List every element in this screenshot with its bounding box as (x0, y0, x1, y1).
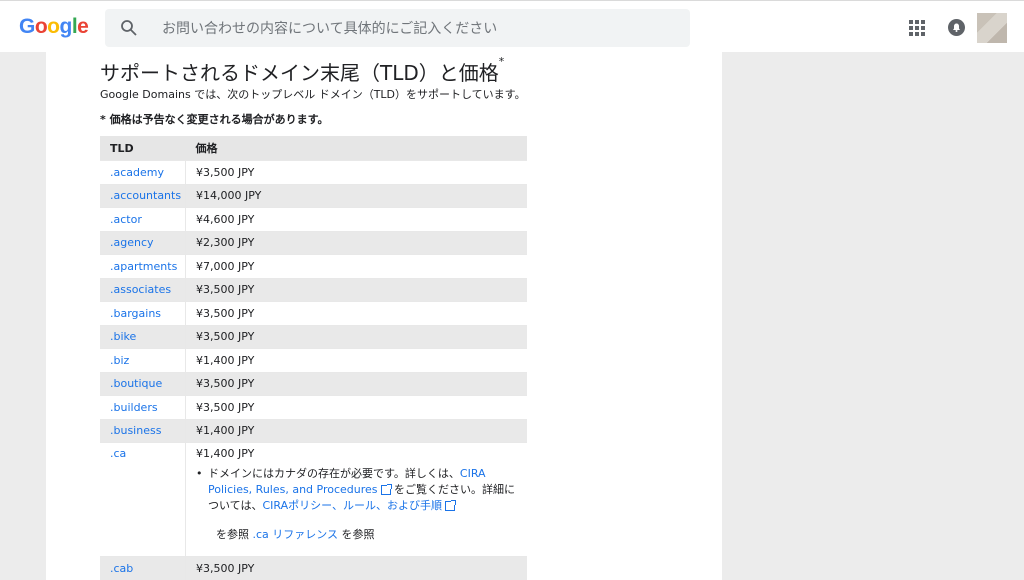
main-content: サポートされるドメイン末尾（TLD）と価格* Google Domains では… (46, 52, 722, 580)
table-row: .associates ¥3,500 JPY (100, 278, 527, 302)
ca-ref-prefix: を参照 (216, 528, 253, 541)
tld-link[interactable]: .actor (110, 213, 142, 226)
price-note: * 価格は予告なく変更される場合があります。 (100, 113, 329, 126)
table-row: .builders ¥3,500 JPY (100, 395, 527, 420)
tld-cell: .associates (100, 278, 186, 302)
tld-link[interactable]: .bike (110, 330, 136, 343)
tld-link[interactable]: .builders (110, 401, 158, 414)
notifications-icon[interactable] (948, 19, 965, 36)
price-cell-ca: ¥1,400 JPY • ドメインにはカナダの存在が必要です。詳しくは、CIRA… (185, 442, 527, 557)
price-cell: ¥7,000 JPY (185, 254, 527, 279)
tld-cell: .academy (100, 160, 186, 185)
table-row: .cab ¥3,500 JPY (100, 556, 527, 580)
tld-cell: .cab (100, 556, 186, 580)
search-icon[interactable] (120, 19, 138, 37)
cira-policies-ja-link[interactable]: CIRAポリシー、ルール、および手順 (262, 499, 442, 512)
external-link-icon (445, 500, 456, 511)
ca-text-1: ドメインにはカナダの存在が必要です。詳しくは、 (208, 467, 460, 480)
table-row: .accountants ¥14,000 JPY (100, 184, 527, 208)
tld-cell: .actor (100, 207, 186, 232)
title-asterisk: * (498, 55, 505, 68)
top-bar: Google (0, 0, 1024, 52)
ca-price: ¥1,400 JPY (196, 447, 255, 460)
external-link-icon (380, 484, 392, 495)
tld-cell: .business (100, 419, 186, 443)
table-row: .boutique ¥3,500 JPY (100, 372, 527, 396)
page-title: サポートされるドメイン末尾（TLD）と価格* (100, 55, 505, 86)
table-row: .agency ¥2,300 JPY (100, 231, 527, 255)
table-row: .biz ¥1,400 JPY (100, 348, 527, 373)
table-row: .business ¥1,400 JPY (100, 419, 527, 443)
tld-price-table: TLD 価格 .academy ¥3,500 JPY .accountants ¥1… (100, 136, 527, 580)
tld-cell: .biz (100, 348, 186, 373)
tld-link[interactable]: .biz (110, 354, 129, 367)
price-cell: ¥1,400 JPY (185, 348, 527, 373)
price-cell: ¥3,500 JPY (185, 301, 527, 326)
tld-cell: .apartments (100, 254, 186, 279)
price-cell: ¥3,500 JPY (185, 278, 527, 302)
column-header-tld: TLD (100, 136, 186, 161)
table-header-row: TLD 価格 (100, 136, 527, 161)
logo-letter: G (19, 15, 35, 38)
price-cell: ¥3,500 JPY (185, 556, 527, 580)
bullet-dot: • (196, 467, 203, 480)
ca-reference-link[interactable]: .ca リファレンス (253, 528, 339, 541)
avatar[interactable] (977, 13, 1007, 43)
tld-cell: .boutique (100, 372, 186, 396)
table-row-ca: .ca ¥1,400 JPY • ドメインにはカナダの存在が必要です。詳しくは、… (100, 442, 527, 557)
tld-link[interactable]: .agency (110, 236, 154, 249)
tld-link[interactable]: .business (110, 424, 161, 437)
table-row: .academy ¥3,500 JPY (100, 160, 527, 185)
table-row: .apartments ¥7,000 JPY (100, 254, 527, 279)
table-row: .actor ¥4,600 JPY (100, 207, 527, 232)
tld-link[interactable]: .boutique (110, 377, 162, 390)
logo-letter: o (34, 15, 48, 38)
tld-link[interactable]: .ca (110, 447, 126, 460)
tld-link[interactable]: .cab (110, 562, 133, 575)
ca-ref-suffix: を参照 (338, 528, 375, 541)
tld-cell: .agency (100, 231, 186, 255)
table-row: .bargains ¥3,500 JPY (100, 301, 527, 326)
price-cell: ¥3,500 JPY (185, 395, 527, 420)
logo-letter: e (77, 15, 89, 38)
column-header-price: 価格 (185, 136, 527, 161)
table-row: .bike ¥3,500 JPY (100, 325, 527, 349)
tld-cell: .builders (100, 395, 186, 420)
ca-requirement-bullet: • ドメインにはカナダの存在が必要です。詳しくは、CIRA Policies, … (196, 466, 517, 514)
price-cell: ¥3,500 JPY (185, 325, 527, 349)
search-input[interactable] (160, 17, 664, 41)
apps-icon[interactable] (909, 20, 925, 36)
intro-text: Google Domains では、次のトップレベル ドメイン（TLD）をサポー… (100, 88, 526, 101)
google-logo[interactable]: Google (19, 15, 89, 39)
tld-cell: .accountants (100, 184, 186, 208)
tld-link[interactable]: .associates (110, 283, 171, 296)
price-cell: ¥14,000 JPY (185, 184, 527, 208)
tld-cell: .ca (100, 442, 186, 557)
tld-cell: .bargains (100, 301, 186, 326)
tld-link[interactable]: .bargains (110, 307, 161, 320)
tld-link[interactable]: .apartments (110, 260, 177, 273)
logo-letter: g (59, 15, 73, 38)
search-bar[interactable] (105, 9, 690, 47)
ca-requirement-text: ドメインにはカナダの存在が必要です。詳しくは、CIRA Policies, Ru… (208, 466, 517, 514)
price-cell: ¥4,600 JPY (185, 207, 527, 232)
logo-letter: o (47, 15, 60, 38)
price-cell: ¥3,500 JPY (185, 160, 527, 185)
page-title-text: サポートされるドメイン末尾（TLD）と価格 (100, 61, 499, 85)
price-cell: ¥3,500 JPY (185, 372, 527, 396)
price-cell: ¥2,300 JPY (185, 231, 527, 255)
ca-reference-line: を参照 .ca リファレンス を参照 (196, 526, 517, 542)
tld-link[interactable]: .accountants (110, 189, 181, 202)
tld-link[interactable]: .academy (110, 166, 164, 179)
tld-cell: .bike (100, 325, 186, 349)
price-cell: ¥1,400 JPY (185, 419, 527, 443)
